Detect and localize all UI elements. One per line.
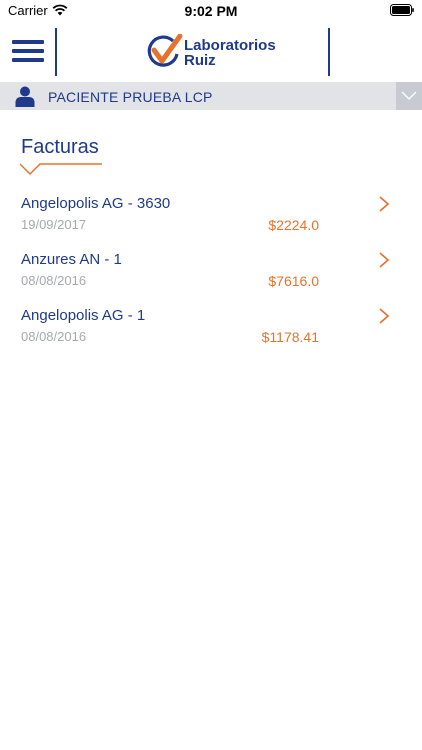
brand-logo: Laboratorios Ruiz	[146, 32, 286, 72]
invoice-list: Angelopolis AG - 3630 19/09/2017 $2224.0…	[0, 190, 422, 358]
user-icon	[15, 86, 35, 107]
invoice-amount: $1178.41	[261, 329, 319, 345]
patient-dropdown-button[interactable]	[396, 82, 422, 110]
list-item[interactable]: Angelopolis AG - 1 08/08/2016 $1178.41	[0, 302, 422, 358]
page-title: Facturas	[21, 136, 99, 158]
nav-divider-right	[328, 28, 330, 76]
invoice-date: 19/09/2017	[21, 217, 87, 232]
list-item[interactable]: Angelopolis AG - 3630 19/09/2017 $2224.0	[0, 190, 422, 246]
invoice-amount: $2224.0	[268, 217, 319, 233]
invoice-name: Anzures AN - 1	[21, 251, 122, 268]
logo-text: Laboratorios Ruiz	[184, 38, 276, 68]
patient-name: PACIENTE PRUEBA LCP	[48, 89, 213, 105]
status-bar: Carrier 9:02 PM	[0, 0, 422, 22]
logo-line1: Laboratorios	[184, 37, 276, 54]
nav-bar: Laboratorios Ruiz	[0, 22, 422, 82]
invoice-date: 08/08/2016	[21, 329, 87, 344]
chevron-right-icon	[379, 196, 390, 212]
menu-button[interactable]	[12, 40, 44, 64]
logo-check-icon	[147, 34, 183, 67]
clock: 9:02 PM	[184, 3, 238, 19]
invoice-date: 08/08/2016	[21, 273, 87, 288]
patient-selector[interactable]: PACIENTE PRUEBA LCP	[0, 82, 422, 110]
invoice-name: Angelopolis AG - 3630	[21, 195, 171, 212]
chevron-right-icon	[379, 252, 390, 268]
title-underline	[20, 163, 102, 175]
invoice-name: Angelopolis AG - 1	[21, 307, 146, 324]
invoice-amount: $7616.0	[268, 273, 319, 289]
list-item[interactable]: Anzures AN - 1 08/08/2016 $7616.0	[0, 246, 422, 302]
chevron-right-icon	[379, 308, 390, 324]
logo-line2: Ruiz	[184, 52, 216, 69]
battery-icon	[390, 4, 414, 16]
hamburger-icon	[12, 40, 44, 44]
nav-divider-left	[55, 28, 57, 76]
chevron-down-icon	[401, 91, 417, 100]
